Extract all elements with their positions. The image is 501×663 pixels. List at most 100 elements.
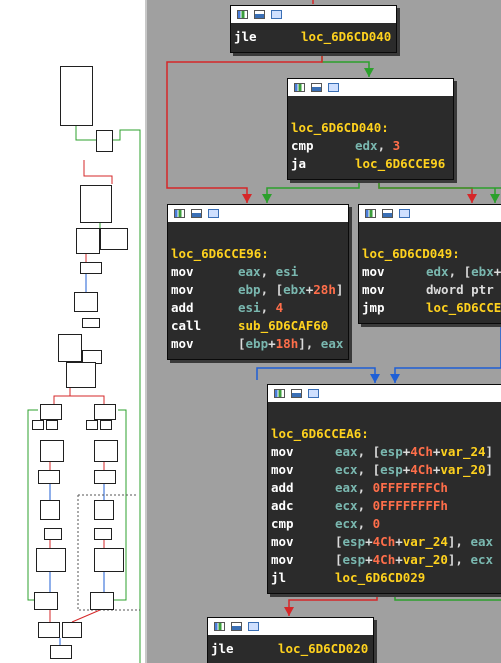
asm-line[interactable]: cmp edx, 3 [291, 137, 453, 155]
register: ecx [335, 462, 358, 477]
graph-icon[interactable] [214, 622, 225, 631]
label[interactable]: loc_6D6CD049: [362, 246, 460, 261]
mnemonic: jle [211, 641, 234, 656]
label[interactable]: var_20 [440, 462, 485, 477]
block-body: loc_6D6CD040: cmp edx, 3 ja loc_6D6CCE96 [288, 97, 453, 173]
asm-line[interactable]: cmp ecx, 0 [271, 515, 501, 533]
asm-line[interactable]: mov [ebp+18h], eax [171, 335, 348, 353]
block-header[interactable] [268, 385, 501, 403]
asm-line[interactable]: jle loc_6D6CD040 [234, 28, 396, 46]
edge-unconditional[interactable] [394, 318, 501, 383]
register: esp [380, 444, 403, 459]
bookmark-icon[interactable] [382, 209, 393, 218]
bookmark-icon[interactable] [311, 83, 322, 92]
graph-icon[interactable] [237, 10, 248, 19]
number: 3 [392, 138, 401, 153]
register: eax [335, 480, 358, 495]
asm-line[interactable] [271, 407, 501, 425]
overview-block [90, 592, 114, 610]
comment-icon[interactable] [399, 209, 410, 218]
graph-icon[interactable] [274, 389, 285, 398]
code-block[interactable]: loc_6D6CCE96: mov eax, esi mov ebp, [ebx+28h… [167, 204, 349, 360]
asm-line[interactable]: mov ecx, [esp+4Ch+var_20] [271, 461, 501, 479]
label[interactable]: var_24 [403, 534, 448, 549]
label[interactable]: var_24 [440, 444, 485, 459]
code-block[interactable]: loc_6D6CD049: mov edx, [ebx+ mov dword ptr jm… [358, 204, 501, 324]
overview-block [40, 500, 60, 520]
mnemonic: jl [271, 570, 287, 585]
mnemonic: mov [271, 534, 294, 549]
overview-block [94, 404, 116, 420]
bookmark-icon[interactable] [291, 389, 302, 398]
code-block[interactable]: jle loc_6D6CD020 [207, 617, 374, 663]
label[interactable]: loc_6D6CD029 [335, 570, 425, 585]
asm-line[interactable]: add eax, 0FFFFFFFCh [271, 479, 501, 497]
block-header[interactable] [168, 205, 348, 223]
bookmark-icon[interactable] [191, 209, 202, 218]
code-block[interactable]: jle loc_6D6CD040 [230, 5, 397, 53]
label[interactable]: loc_6D6CCEA6: [271, 426, 369, 441]
block-body: loc_6D6CD049: mov edx, [ebx+ mov dword ptr jm… [359, 223, 501, 317]
asm-line[interactable]: mov eax, [esp+4Ch+var_24] [271, 443, 501, 461]
bookmark-icon[interactable] [254, 10, 265, 19]
code-block[interactable]: loc_6D6CD040: cmp edx, 3 ja loc_6D6CCE96 [287, 78, 454, 180]
number: 4 [275, 300, 284, 315]
block-header[interactable] [208, 618, 373, 636]
comment-icon[interactable] [308, 389, 319, 398]
asm-line[interactable]: loc_6D6CCEA6: [271, 425, 501, 443]
label[interactable]: loc_6D6CCE96: [171, 246, 269, 261]
register: esi [275, 264, 299, 279]
edge-false-arrow [242, 194, 252, 203]
asm-line[interactable]: loc_6D6CCE96: [171, 245, 348, 263]
asm-line[interactable]: mov dword ptr [362, 281, 501, 299]
code-block[interactable]: loc_6D6CCEA6: mov eax, [esp+4Ch+var_24] mov… [267, 384, 501, 594]
label[interactable]: sub_6D6CAF60 [238, 318, 328, 333]
asm-line[interactable]: loc_6D6CD040: [291, 119, 453, 137]
asm-line[interactable]: adc ecx, 0FFFFFFFFh [271, 497, 501, 515]
block-header[interactable] [359, 205, 501, 223]
comment-icon[interactable] [328, 83, 339, 92]
label[interactable]: loc_6D6CCE96 [355, 156, 445, 171]
block-header[interactable] [231, 6, 396, 24]
graph-icon[interactable] [294, 83, 305, 92]
graph-overview-panel[interactable] [0, 0, 145, 663]
label[interactable]: loc_6D6CD020 [278, 641, 368, 656]
mnemonic: mov [171, 282, 194, 297]
asm-line[interactable]: jmp loc_6D6CCE [362, 299, 501, 317]
asm-line[interactable] [291, 101, 453, 119]
label[interactable]: loc_6D6CD040 [301, 29, 391, 44]
comment-icon[interactable] [271, 10, 282, 19]
asm-line[interactable]: jle loc_6D6CD020 [211, 640, 373, 658]
asm-line[interactable]: mov edx, [ebx+ [362, 263, 501, 281]
label[interactable]: var_20 [403, 552, 448, 567]
edge-unconditional[interactable] [256, 367, 376, 383]
overview-block [94, 470, 116, 484]
number: 0FFFFFFFFh [372, 498, 448, 513]
register: esp [342, 552, 366, 567]
asm-line[interactable]: loc_6D6CD049: [362, 245, 501, 263]
asm-line[interactable] [362, 227, 501, 245]
asm-line[interactable]: mov eax, esi [171, 263, 348, 281]
operand-text: ], [447, 534, 471, 549]
asm-line[interactable] [171, 227, 348, 245]
register: esi [238, 300, 261, 315]
comment-icon[interactable] [248, 622, 259, 631]
asm-line[interactable]: add esi, 4 [171, 299, 348, 317]
graph-icon[interactable] [174, 209, 185, 218]
asm-line[interactable]: mov [esp+4Ch+var_24], eax [271, 533, 501, 551]
overview-block [36, 548, 66, 572]
block-header[interactable] [288, 79, 453, 97]
asm-line[interactable]: call sub_6D6CAF60 [171, 317, 348, 335]
comment-icon[interactable] [208, 209, 219, 218]
graph-view[interactable]: jle loc_6D6CD040 loc_6D6CD040: cmp edx, 3 ja l… [147, 0, 501, 663]
graph-icon[interactable] [365, 209, 376, 218]
mnemonic: mov [271, 462, 294, 477]
label[interactable]: loc_6D6CCE [426, 300, 501, 315]
asm-line[interactable]: mov ebp, [ebx+28h] [171, 281, 348, 299]
bookmark-icon[interactable] [231, 622, 242, 631]
overview-edge [49, 462, 105, 470]
asm-line[interactable]: mov [esp+4Ch+var_20], ecx [271, 551, 501, 569]
label[interactable]: loc_6D6CD040: [291, 120, 389, 135]
asm-line[interactable]: jl loc_6D6CD029 [271, 569, 501, 587]
asm-line[interactable]: ja loc_6D6CCE96 [291, 155, 453, 173]
